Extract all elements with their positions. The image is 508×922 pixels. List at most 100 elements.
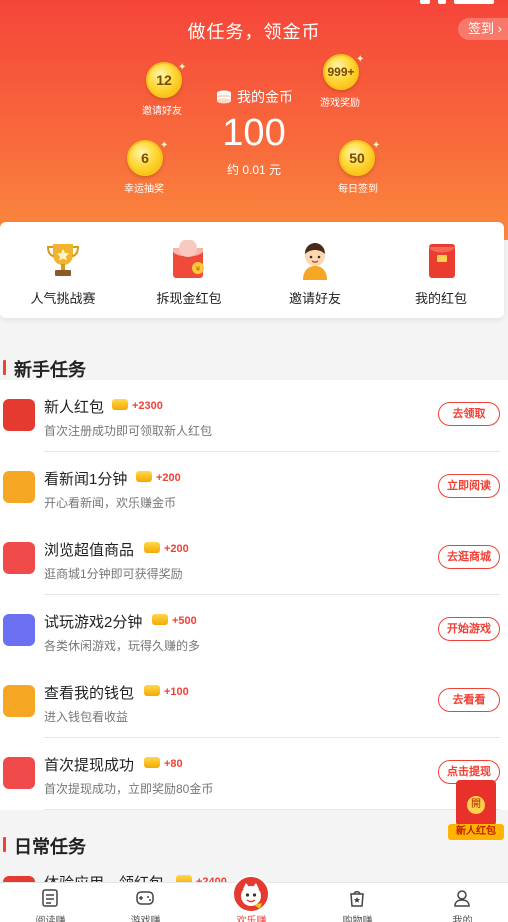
task-action-button[interactable]: 去逛商城 bbox=[438, 545, 500, 569]
packet-seal: 開 bbox=[467, 796, 485, 814]
badge-value: 12 bbox=[156, 72, 172, 88]
tab-read-earn[interactable]: 阅读赚 bbox=[0, 883, 101, 922]
task-name: 查看我的钱包 bbox=[44, 685, 135, 702]
task-reward-value: +80 bbox=[164, 758, 183, 770]
coin-balance: 100 bbox=[222, 112, 286, 154]
task-row[interactable]: 首次提现成功 +80 首次提现成功，立即奖励80金币 点击提现 bbox=[0, 738, 508, 810]
quick-entries-card: 人气挑战赛 ¥ 拆现金红包 邀请好友 我的红包 bbox=[0, 222, 504, 318]
task-reward-value: +100 bbox=[164, 686, 189, 698]
entry-open-cash-packet[interactable]: ¥ 拆现金红包 bbox=[126, 222, 252, 318]
red-envelope-icon bbox=[423, 240, 459, 280]
floating-newbie-red-packet[interactable]: 開 新人红包 bbox=[448, 780, 504, 842]
signin-button[interactable]: 签到 › bbox=[458, 18, 508, 40]
entry-label: 邀请好友 bbox=[288, 291, 341, 306]
task-row[interactable]: 浏览超值商品 +200 逛商城1分钟即可获得奖励 去逛商城 bbox=[0, 523, 508, 595]
packet-label: 新人红包 bbox=[448, 824, 504, 840]
signin-label: 签到 bbox=[468, 21, 495, 36]
task-reward: +200 bbox=[144, 542, 189, 555]
tab-mine[interactable]: 我的 bbox=[412, 883, 508, 922]
gold-bar-icon bbox=[144, 685, 160, 696]
task-action-button[interactable]: 开始游戏 bbox=[438, 617, 500, 641]
task-description: 逛商城1分钟即可获得奖励 bbox=[44, 567, 183, 581]
task-row[interactable]: 试玩游戏2分钟 +500 各类休闲游戏，玩得久赚的多 开始游戏 bbox=[0, 595, 508, 667]
badge-label: 每日签到 bbox=[338, 184, 378, 195]
task-action-button[interactable]: 立即阅读 bbox=[438, 474, 500, 498]
task-row[interactable]: 看新闻1分钟 +200 开心看新闻，欢乐赚金币 立即阅读 bbox=[0, 452, 508, 524]
task-description: 开心看新闻，欢乐赚金币 bbox=[44, 496, 177, 510]
friend-avatar-icon bbox=[297, 240, 333, 280]
status-bar bbox=[418, 0, 508, 6]
game-rewards-coin-badge[interactable]: 999+ bbox=[323, 54, 359, 90]
badge-value: 999+ bbox=[327, 65, 355, 79]
flag-icon bbox=[3, 757, 35, 789]
tab-shop-earn[interactable]: 购物赚 bbox=[307, 883, 408, 922]
cash-red-packet-icon: ¥ bbox=[171, 239, 207, 280]
red-packet-icon bbox=[3, 399, 35, 431]
task-reward-value: +200 bbox=[164, 543, 189, 555]
tab-label: 阅读赚 bbox=[35, 916, 66, 922]
mascot-icon bbox=[232, 875, 270, 913]
task-description: 各类休闲游戏，玩得久赚的多 bbox=[44, 639, 201, 653]
tab-label: 我的 bbox=[452, 916, 473, 922]
svg-text:¥: ¥ bbox=[196, 265, 201, 273]
task-action-button[interactable]: 去领取 bbox=[438, 402, 500, 426]
task-reward: +500 bbox=[152, 614, 197, 627]
entry-popularity-challenge[interactable]: 人气挑战赛 bbox=[0, 222, 126, 318]
read-icon bbox=[40, 889, 60, 907]
task-reward: +200 bbox=[136, 471, 181, 484]
task-reward: +80 bbox=[144, 757, 183, 770]
task-row[interactable]: 新人红包 +2300 首次注册成功即可领取新人红包 去领取 bbox=[0, 380, 508, 452]
badge-label: 幸运抽奖 bbox=[124, 184, 164, 195]
entry-label: 我的红包 bbox=[414, 291, 467, 306]
task-name: 新人红包 bbox=[44, 399, 105, 416]
task-name: 试玩游戏2分钟 bbox=[44, 614, 143, 631]
gold-bar-icon bbox=[144, 542, 160, 553]
task-description: 进入钱包看收益 bbox=[44, 710, 129, 724]
task-name: 看新闻1分钟 bbox=[44, 471, 128, 488]
tab-label: 游戏赚 bbox=[130, 916, 161, 922]
task-reward-value: +2300 bbox=[132, 400, 163, 412]
page-title: 做任务，领金币 bbox=[187, 22, 321, 42]
tab-label: 购物赚 bbox=[342, 916, 373, 922]
sparkle-icon: ✦ bbox=[356, 54, 365, 65]
sparkle-icon: ✦ bbox=[178, 62, 187, 73]
newbie-tasks-title: 新手任务 bbox=[0, 356, 86, 382]
task-reward: +2300 bbox=[112, 399, 163, 412]
pacman-icon bbox=[3, 614, 35, 646]
daily-tasks-title: 日常任务 bbox=[0, 833, 86, 859]
my-coins-label: 我的金币 bbox=[0, 87, 508, 107]
entry-invite-friends[interactable]: 邀请好友 bbox=[252, 222, 378, 318]
task-description: 首次注册成功即可领取新人红包 bbox=[44, 424, 213, 438]
task-reward-value: +200 bbox=[156, 472, 181, 484]
coin-cash-value: 约 0.01 元 bbox=[226, 163, 282, 177]
entry-label: 拆现金红包 bbox=[156, 291, 222, 306]
task-action-button[interactable]: 去看看 bbox=[438, 688, 500, 712]
task-description: 首次提现成功，立即奖励80金币 bbox=[44, 782, 214, 796]
flag-icon bbox=[3, 542, 35, 574]
news-icon bbox=[3, 471, 35, 503]
task-row[interactable]: 查看我的钱包 +100 进入钱包看收益 去看看 bbox=[0, 666, 508, 738]
gamepad-icon bbox=[135, 889, 155, 907]
task-name: 首次提现成功 bbox=[44, 757, 135, 774]
my-coins-text: 我的金币 bbox=[237, 89, 293, 105]
wallet-icon bbox=[3, 685, 35, 717]
trophy-icon bbox=[45, 240, 81, 280]
task-name: 浏览超值商品 bbox=[44, 542, 135, 559]
gold-bar-icon bbox=[112, 399, 128, 410]
tab-game-earn[interactable]: 游戏赚 bbox=[95, 883, 196, 922]
divider bbox=[44, 809, 500, 810]
tab-happy-earn[interactable]: 欢乐赚 bbox=[201, 875, 302, 922]
task-reward: +100 bbox=[144, 685, 189, 698]
gold-bar-icon bbox=[144, 757, 160, 768]
user-icon bbox=[452, 889, 472, 907]
shopping-bag-icon bbox=[347, 889, 367, 907]
chevron-right-icon: › bbox=[494, 21, 502, 36]
entry-my-red-packets[interactable]: 我的红包 bbox=[378, 222, 504, 318]
task-reward-value: +500 bbox=[172, 615, 197, 627]
gold-bar-icon bbox=[136, 471, 152, 482]
header-banner: 做任务，领金币 签到 › 12 ✦ 邀请好友 999+ ✦ 游戏奖励 6 ✦ 幸… bbox=[0, 0, 508, 240]
tab-label: 欢乐赚 bbox=[236, 916, 267, 922]
coin-stack-icon bbox=[215, 90, 233, 107]
entry-label: 人气挑战赛 bbox=[30, 291, 96, 306]
bottom-nav: 阅读赚 游戏赚 欢乐赚 购物赚 我的 bbox=[0, 875, 508, 922]
